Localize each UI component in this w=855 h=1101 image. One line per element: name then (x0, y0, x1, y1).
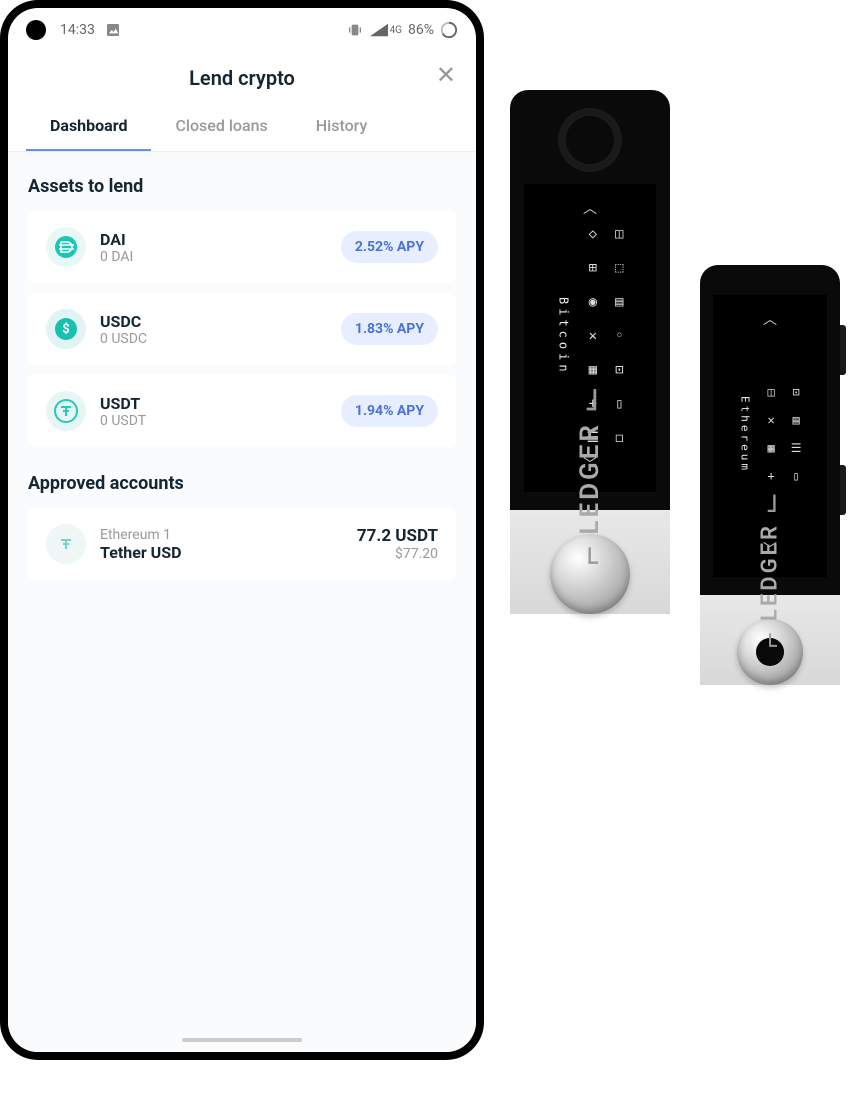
asset-row-usdc[interactable]: $ USDC 0 USDC 1.83% APY (28, 293, 456, 365)
apy-badge: 1.94% APY (341, 395, 438, 427)
close-icon[interactable]: ✕ (436, 63, 456, 87)
tab-history[interactable]: History (292, 102, 392, 151)
assets-section-title: Assets to lend (28, 176, 456, 197)
tabs: Dashboard Closed loans History (8, 102, 476, 152)
asset-balance: 0 USDT (100, 413, 327, 429)
image-icon (105, 22, 121, 38)
network-label: 4G (390, 25, 402, 36)
signal-icon (370, 23, 388, 37)
app-header: Lend crypto ✕ (8, 48, 476, 102)
ledger-logo: ⌐ LEDGER ⌙ (754, 489, 787, 649)
vibrate-icon (346, 22, 364, 38)
ledger-logo: ⌐ LEDGER ⌙ (570, 383, 610, 566)
device-button (558, 108, 622, 172)
usdt-icon (46, 391, 86, 431)
usdc-icon: $ (46, 309, 86, 349)
dai-icon (46, 227, 86, 267)
asset-row-dai[interactable]: DAI 0 DAI 2.52% APY (28, 211, 456, 283)
device-menu-icons-col2: ◫⬚▤◦⊡▯◻ (615, 226, 623, 446)
camera-cutout (26, 20, 46, 40)
content-area: Assets to lend DAI 0 DAI 2.52% APY $ USD… (8, 152, 476, 1052)
battery-percent: 86% (408, 22, 434, 38)
apy-badge: 2.52% APY (341, 231, 438, 263)
phone-frame: 14:33 4G 86% Lend crypto (0, 0, 484, 1060)
device-side-button (840, 465, 846, 515)
page-title: Lend crypto (189, 66, 295, 90)
asset-symbol: USDT (100, 394, 327, 413)
approved-account-name: Ethereum 1 (100, 527, 343, 543)
approved-account-row[interactable]: Ethereum 1 Tether USD 77.2 USDT $77.20 (28, 508, 456, 580)
approved-fiat: $77.20 (357, 546, 438, 562)
asset-symbol: DAI (100, 230, 327, 249)
battery-ring-icon (440, 21, 458, 39)
device-screen-label: Ethereum (738, 396, 751, 473)
device-menu-icons: ◫✕▦+ (767, 385, 774, 483)
asset-balance: 0 USDC (100, 331, 327, 347)
ledger-device-large: ︿ Bitcoin ◇⊞◉✕▦+☰ ◫⬚▤◦⊡▯◻ ﹀ ⌐ LEDGER ⌙ (510, 90, 670, 614)
approved-asset-name: Tether USD (100, 543, 343, 562)
approved-amount: 77.2 USDT (357, 526, 438, 546)
status-bar: 14:33 4G 86% (8, 8, 476, 48)
tab-closed-loans[interactable]: Closed loans (151, 102, 291, 151)
status-time: 14:33 (60, 22, 95, 38)
approved-section-title: Approved accounts (28, 473, 456, 494)
svg-text:$: $ (62, 322, 69, 337)
apy-badge: 1.83% APY (341, 313, 438, 345)
asset-balance: 0 DAI (100, 249, 327, 265)
phone-screen: 14:33 4G 86% Lend crypto (8, 8, 476, 1052)
chevron-up-icon: ︿ (763, 309, 777, 329)
ledger-device-small: ︿ Ethereum ◫✕▦+ ⊡▤☰▯ ﹀ ⌐ LEDGER ⌙ (700, 265, 840, 685)
home-indicator[interactable] (182, 1038, 302, 1042)
asset-symbol: USDC (100, 312, 327, 331)
device-menu-icons-col2: ⊡▤☰▯ (791, 385, 802, 483)
tab-dashboard[interactable]: Dashboard (26, 102, 151, 151)
tether-icon (46, 524, 86, 564)
chevron-up-icon: ︿ (583, 198, 597, 218)
device-side-button (840, 325, 846, 375)
asset-row-usdt[interactable]: USDT 0 USDT 1.94% APY (28, 375, 456, 447)
device-screen-label: Bitcoin (557, 297, 571, 376)
